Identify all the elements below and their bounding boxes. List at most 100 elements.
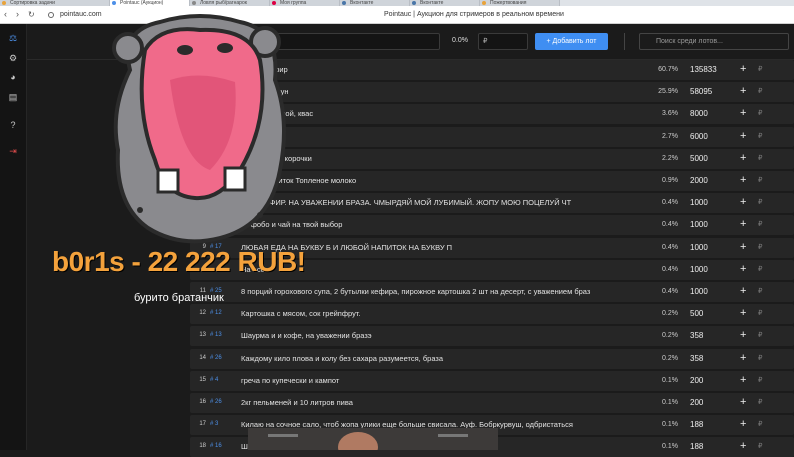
rub-icon[interactable]: ₽: [758, 109, 762, 117]
rub-icon[interactable]: ₽: [758, 154, 762, 162]
lot-fast-id[interactable]: # 12: [210, 310, 222, 316]
rub-icon[interactable]: ₽: [758, 132, 762, 140]
add-amount-plus-icon[interactable]: +: [740, 352, 746, 364]
lot-amount[interactable]: 188: [690, 420, 703, 429]
lot-row[interactable]: 14 # 26 Каждому кило плова и колу без саха…: [190, 348, 794, 369]
forward-icon[interactable]: ›: [16, 10, 19, 19]
rub-icon[interactable]: ₽: [758, 87, 762, 95]
lot-name[interactable]: Картошка с мясом, сок грейпфрут.: [241, 309, 646, 318]
gear-icon[interactable]: ⚙: [8, 53, 18, 63]
lot-amount[interactable]: 135833: [690, 65, 717, 74]
lot-row[interactable]: 11 # 25 8 порций горохового супа, 2 бутылк…: [190, 282, 794, 302]
rub-icon[interactable]: ₽: [758, 287, 762, 295]
tab-favicon-icon: [112, 1, 116, 5]
lot-amount[interactable]: 188: [690, 442, 703, 451]
clipboard-icon[interactable]: ▤: [8, 92, 18, 102]
lot-amount[interactable]: 6000: [690, 132, 708, 141]
rub-icon[interactable]: ₽: [758, 220, 762, 228]
rub-icon[interactable]: ₽: [758, 442, 762, 450]
lot-amount[interactable]: 358: [690, 331, 703, 340]
camera-light: [438, 434, 468, 437]
add-amount-plus-icon[interactable]: +: [740, 307, 746, 319]
add-amount-plus-icon[interactable]: +: [740, 241, 746, 253]
add-amount-plus-icon[interactable]: +: [740, 263, 746, 275]
pie-chart-icon[interactable]: ◕: [8, 72, 18, 82]
lot-name[interactable]: раза и тархун: [241, 87, 646, 96]
webcam-overlay: [248, 428, 498, 450]
add-amount-plus-icon[interactable]: +: [740, 85, 746, 97]
lot-fast-id[interactable]: # 13: [210, 332, 222, 338]
lot-name[interactable]: мате и напиток Топленое молоко: [241, 176, 646, 185]
lot-amount[interactable]: 1000: [690, 220, 708, 229]
lot-name[interactable]: Шаурма и и кофе, на уважении бразэ: [241, 331, 646, 340]
add-amount-plus-icon[interactable]: +: [740, 440, 746, 452]
lot-amount[interactable]: 358: [690, 354, 703, 363]
lot-amount[interactable]: 8000: [690, 109, 708, 118]
lot-amount[interactable]: 1000: [690, 198, 708, 207]
amount-input[interactable]: ₽: [478, 33, 528, 50]
lot-name[interactable]: Каждому кило плова и колу без сахара раз…: [241, 354, 646, 363]
lot-name[interactable]: 8 порций горохового супа, 2 бутылки кефи…: [241, 287, 646, 296]
rub-icon[interactable]: ₽: [758, 309, 762, 317]
divider: [624, 33, 625, 50]
rub-icon[interactable]: ₽: [758, 398, 762, 406]
rub-icon[interactable]: ₽: [758, 354, 762, 362]
reload-icon[interactable]: ↻: [28, 10, 35, 19]
lot-fast-id[interactable]: # 16: [210, 443, 222, 449]
add-amount-plus-icon[interactable]: +: [740, 329, 746, 341]
logout-icon[interactable]: ⇥: [8, 146, 18, 156]
add-amount-plus-icon[interactable]: +: [740, 396, 746, 408]
lot-fast-id[interactable]: # 26: [210, 355, 222, 361]
back-icon[interactable]: ‹: [4, 10, 7, 19]
lot-name[interactable]: за фобо и чай на твой выбор: [241, 220, 646, 229]
lot-name[interactable]: о, хлеб ржаной, квас: [241, 109, 646, 118]
lot-row[interactable]: 15 # 4 греча по купечески и кампот 0.1% 200 +…: [190, 370, 794, 391]
search-input[interactable]: Поиск среди лотов...: [639, 33, 789, 50]
add-amount-plus-icon[interactable]: +: [740, 196, 746, 208]
lot-name[interactable]: слив и кефир: [241, 65, 646, 74]
add-amount-plus-icon[interactable]: +: [740, 63, 746, 75]
add-amount-plus-icon[interactable]: +: [740, 418, 746, 430]
add-amount-plus-icon[interactable]: +: [740, 152, 746, 164]
lot-amount[interactable]: 200: [690, 398, 703, 407]
lot-number: 12: [199, 310, 206, 317]
lot-name[interactable]: КИ И КЕФИР. НА УВАЖЕНИИ БРАЗА. ЧМЫРДЯЙ М…: [241, 198, 646, 207]
lot-amount[interactable]: 5000: [690, 154, 708, 163]
rub-icon[interactable]: ₽: [758, 176, 762, 184]
rub-icon[interactable]: ₽: [758, 265, 762, 273]
url-text[interactable]: pointauc.com: [60, 11, 102, 18]
lot-name[interactable]: 2кг пельменей и 10 литров пива: [241, 398, 646, 407]
add-amount-plus-icon[interactable]: +: [740, 218, 746, 230]
add-amount-plus-icon[interactable]: +: [740, 130, 746, 142]
lot-amount[interactable]: 1000: [690, 265, 708, 274]
add-amount-plus-icon[interactable]: +: [740, 285, 746, 297]
rub-icon[interactable]: ₽: [758, 198, 762, 206]
add-amount-plus-icon[interactable]: +: [740, 374, 746, 386]
add-amount-plus-icon[interactable]: +: [740, 107, 746, 119]
add-amount-plus-icon[interactable]: +: [740, 174, 746, 186]
lot-amount[interactable]: 1000: [690, 287, 708, 296]
lot-name[interactable]: греча по купечески и кампот: [241, 376, 646, 385]
lot-fast-id[interactable]: # 3: [210, 421, 218, 427]
lot-amount[interactable]: 58095: [690, 87, 712, 96]
lot-row[interactable]: 13 # 13 Шаурма и и кофе, на уважении бразэ…: [190, 326, 794, 347]
rub-icon[interactable]: ₽: [758, 65, 762, 73]
add-lot-button[interactable]: + Добавить лот: [535, 33, 608, 50]
lot-fast-id[interactable]: # 26: [210, 399, 222, 405]
lot-row[interactable]: 16 # 26 2кг пельменей и 10 литров пива 0.1%…: [190, 393, 794, 413]
lot-row[interactable]: 12 # 12 Картошка с мясом, сок грейпфрут. 0.…: [190, 304, 794, 325]
lot-name[interactable]: хариков три корочки: [241, 154, 646, 163]
rub-icon[interactable]: ₽: [758, 331, 762, 339]
gavel-icon[interactable]: ⚖: [8, 33, 18, 43]
lot-amount[interactable]: 2000: [690, 176, 708, 185]
lot-name[interactable]: молоком: [241, 132, 646, 141]
site-info-icon[interactable]: [48, 12, 54, 18]
help-icon[interactable]: ?: [8, 120, 18, 130]
lot-fast-id[interactable]: # 4: [210, 377, 218, 383]
rub-icon[interactable]: ₽: [758, 243, 762, 251]
lot-amount[interactable]: 200: [690, 376, 703, 385]
lot-amount[interactable]: 1000: [690, 243, 708, 252]
rub-icon[interactable]: ₽: [758, 376, 762, 384]
lot-amount[interactable]: 500: [690, 309, 703, 318]
rub-icon[interactable]: ₽: [758, 420, 762, 428]
